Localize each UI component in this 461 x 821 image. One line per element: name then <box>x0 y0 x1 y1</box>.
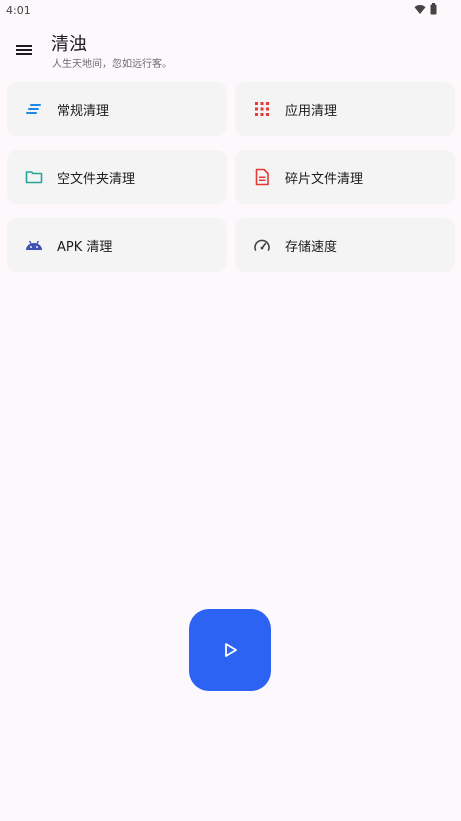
apps-grid-icon <box>253 100 271 118</box>
app-title: 清浊 <box>51 34 87 55</box>
card-regular-clean[interactable]: 常规清理 <box>7 82 227 136</box>
card-fragment-file-clean[interactable]: 碎片文件清理 <box>235 150 455 204</box>
card-storage-speed[interactable]: 存储速度 <box>235 218 455 272</box>
start-button[interactable] <box>189 609 271 691</box>
status-time: 4:01 <box>6 4 31 17</box>
menu-button[interactable] <box>12 38 36 62</box>
lines-icon <box>25 100 43 118</box>
card-apk-clean[interactable]: APK 清理 <box>7 218 227 272</box>
card-label: 应用清理 <box>285 103 338 119</box>
app-bar: 清浊 人生天地间，忽如远行客。 <box>0 26 461 76</box>
play-icon <box>225 643 237 657</box>
card-label: 碎片文件清理 <box>285 171 364 187</box>
card-app-clean[interactable]: 应用清理 <box>235 82 455 136</box>
status-icons <box>414 3 437 15</box>
folder-icon <box>25 168 43 186</box>
status-bar: 4:01 <box>0 0 461 20</box>
android-icon <box>25 236 43 254</box>
card-empty-folder-clean[interactable]: 空文件夹清理 <box>7 150 227 204</box>
clean-options-grid: 常规清理 应用清理 空文件夹清理 碎片文件清理 APK 清理 存储速度 <box>7 82 455 272</box>
app-subtitle: 人生天地间，忽如远行客。 <box>52 59 172 70</box>
card-label: 空文件夹清理 <box>57 171 136 187</box>
card-label: APK 清理 <box>57 239 113 255</box>
battery-icon <box>430 3 437 15</box>
document-icon <box>253 168 271 186</box>
card-label: 常规清理 <box>57 103 110 119</box>
wifi-icon <box>414 4 426 14</box>
card-label: 存储速度 <box>285 239 338 255</box>
menu-icon <box>16 45 32 55</box>
speedometer-icon <box>253 236 271 254</box>
